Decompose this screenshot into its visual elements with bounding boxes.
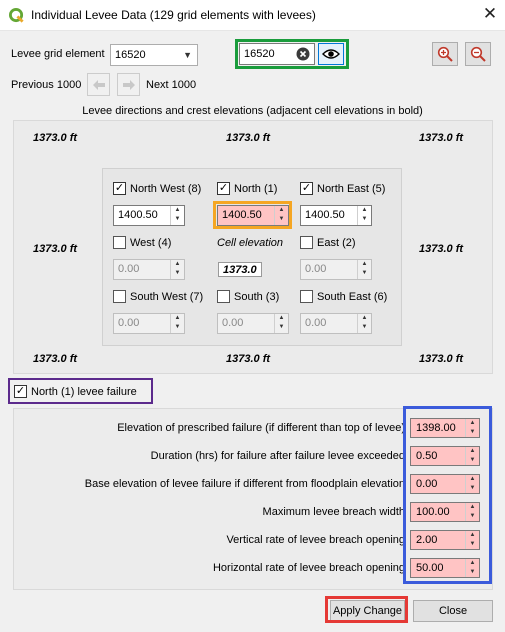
next-1000-label[interactable]: Next 1000 [146, 79, 196, 91]
failure-param-value: 1398.00 [416, 422, 456, 434]
failure-param-input[interactable]: 0.50 ▲ ▼ [410, 446, 480, 466]
failure-param-value: 2.00 [416, 534, 438, 546]
north-value: 1400.50 [222, 209, 262, 221]
grid-element-value: 16520 [115, 49, 146, 61]
north-west-value: 1400.50 [118, 209, 158, 221]
previous-1000-label[interactable]: Previous 1000 [11, 79, 81, 91]
spin-arrows-icon[interactable]: ▲ ▼ [465, 559, 479, 577]
spin-arrows-icon: ▲ ▼ [274, 314, 288, 333]
failure-param-label: Maximum levee breach width [262, 506, 405, 518]
apply-change-label: Apply Change [332, 605, 403, 617]
zoom-out-button[interactable] [465, 42, 491, 66]
failure-param-value: 100.00 [416, 506, 450, 518]
close-window-icon[interactable]: ✕ [480, 4, 500, 24]
title-bar: Individual Levee Data (129 grid elements… [0, 0, 505, 31]
south-west-label: South West (7) [130, 291, 204, 303]
spin-arrows-icon: ▲ ▼ [170, 314, 184, 333]
spin-arrows-icon[interactable]: ▲ ▼ [170, 206, 184, 225]
failure-param-input[interactable]: 0.00 ▲ ▼ [410, 474, 480, 494]
close-button[interactable]: Close [413, 600, 493, 622]
clear-circle-x-icon[interactable] [296, 47, 310, 61]
adjacent-elev-e: 1373.0 ft [419, 243, 464, 255]
failure-param-input[interactable]: 100.00 ▲ ▼ [410, 502, 480, 522]
failure-param-label: Horizontal rate of levee breach opening [212, 562, 405, 574]
north-label: North (1) [234, 183, 278, 195]
eye-icon [322, 49, 340, 59]
adjacent-elev-s: 1373.0 ft [226, 353, 271, 365]
north-crest-input[interactable]: 1400.50 ▲ ▼ [217, 205, 289, 226]
failure-param-value: 0.00 [416, 478, 438, 490]
failure-param-input[interactable]: 50.00 ▲ ▼ [410, 558, 480, 578]
south-east-label: South East (6) [317, 291, 388, 303]
failure-param-value: 0.50 [416, 450, 438, 462]
failure-param-value: 50.00 [416, 562, 444, 574]
window-title: Individual Levee Data (129 grid elements… [31, 8, 316, 22]
cell-elevation-value-box: 1373.0 [218, 262, 262, 277]
south-east-crest-input: 0.00 ▲ ▼ [300, 313, 372, 334]
grid-element-combo[interactable]: 16520 ▼ [110, 44, 198, 66]
spin-arrows-icon[interactable]: ▲ ▼ [465, 475, 479, 493]
south-west-value: 0.00 [118, 317, 140, 329]
failure-param-input[interactable]: 2.00 ▲ ▼ [410, 530, 480, 550]
adjacent-elev-n: 1373.0 ft [226, 132, 271, 144]
spin-arrows-icon: ▲ ▼ [357, 260, 371, 279]
adjacent-elev-nw: 1373.0 ft [33, 132, 78, 144]
grid-search-value: 16520 [244, 48, 275, 60]
south-value: 0.00 [222, 317, 244, 329]
south-west-crest-input: 0.00 ▲ ▼ [113, 313, 185, 334]
failure-param-label: Base elevation of levee failure if diffe… [84, 478, 405, 490]
east-value: 0.00 [305, 263, 327, 275]
north-west-crest-input[interactable]: 1400.50 ▲ ▼ [113, 205, 185, 226]
adjacent-elev-w: 1373.0 ft [33, 243, 78, 255]
spin-arrows-icon[interactable]: ▲ ▼ [274, 206, 288, 225]
zoom-in-icon [437, 46, 453, 62]
spin-arrows-icon[interactable]: ▲ ▼ [357, 206, 371, 225]
east-label: East (2) [317, 237, 356, 249]
grid-element-label: Levee grid element [11, 48, 105, 60]
apply-change-button[interactable]: Apply Change [330, 600, 405, 622]
north-west-label: North West (8) [130, 183, 202, 195]
cell-elevation-value: 1373.0 [223, 264, 257, 276]
arrow-right-icon [123, 80, 135, 90]
chevron-down-icon: ▼ [183, 50, 192, 60]
south-crest-input: 0.00 ▲ ▼ [217, 313, 289, 334]
spin-arrows-icon[interactable]: ▲ ▼ [465, 531, 479, 549]
north-east-value: 1400.50 [305, 209, 345, 221]
failure-param-label: Elevation of prescribed failure (if diff… [117, 422, 405, 434]
next-button[interactable] [117, 73, 140, 96]
spin-arrows-icon: ▲ ▼ [170, 260, 184, 279]
adjacent-elev-sw: 1373.0 ft [33, 353, 78, 365]
arrow-left-icon [93, 80, 105, 90]
failure-param-label: Duration (hrs) for failure after failure… [150, 450, 405, 462]
levee-failure-label: North (1) levee failure [31, 386, 137, 398]
adjacent-elev-se: 1373.0 ft [419, 353, 464, 365]
spin-arrows-icon[interactable]: ▲ ▼ [465, 419, 479, 437]
failure-param-label: Vertical rate of levee breach opening [226, 534, 405, 546]
eye-button[interactable] [318, 43, 344, 65]
cell-elevation-label: Cell elevation [217, 237, 284, 249]
previous-button[interactable] [87, 73, 110, 96]
east-crest-input: 0.00 ▲ ▼ [300, 259, 372, 280]
west-crest-input: 0.00 ▲ ▼ [113, 259, 185, 280]
west-label: West (4) [130, 237, 172, 249]
qgis-q-icon [9, 8, 24, 23]
south-label: South (3) [234, 291, 280, 303]
close-label: Close [438, 605, 468, 617]
zoom-in-button[interactable] [432, 42, 458, 66]
west-value: 0.00 [118, 263, 140, 275]
adjacent-elev-ne: 1373.0 ft [419, 132, 464, 144]
spin-arrows-icon[interactable]: ▲ ▼ [465, 447, 479, 465]
grid-search-input[interactable]: 16520 [239, 43, 315, 65]
spin-arrows-icon: ▲ ▼ [357, 314, 371, 333]
south-east-value: 0.00 [305, 317, 327, 329]
zoom-out-icon [470, 46, 486, 62]
spin-arrows-icon[interactable]: ▲ ▼ [465, 503, 479, 521]
north-east-label: North East (5) [317, 183, 386, 195]
failure-param-input[interactable]: 1398.00 ▲ ▼ [410, 418, 480, 438]
directions-section-title: Levee directions and crest elevations (a… [82, 105, 423, 117]
north-east-crest-input[interactable]: 1400.50 ▲ ▼ [300, 205, 372, 226]
